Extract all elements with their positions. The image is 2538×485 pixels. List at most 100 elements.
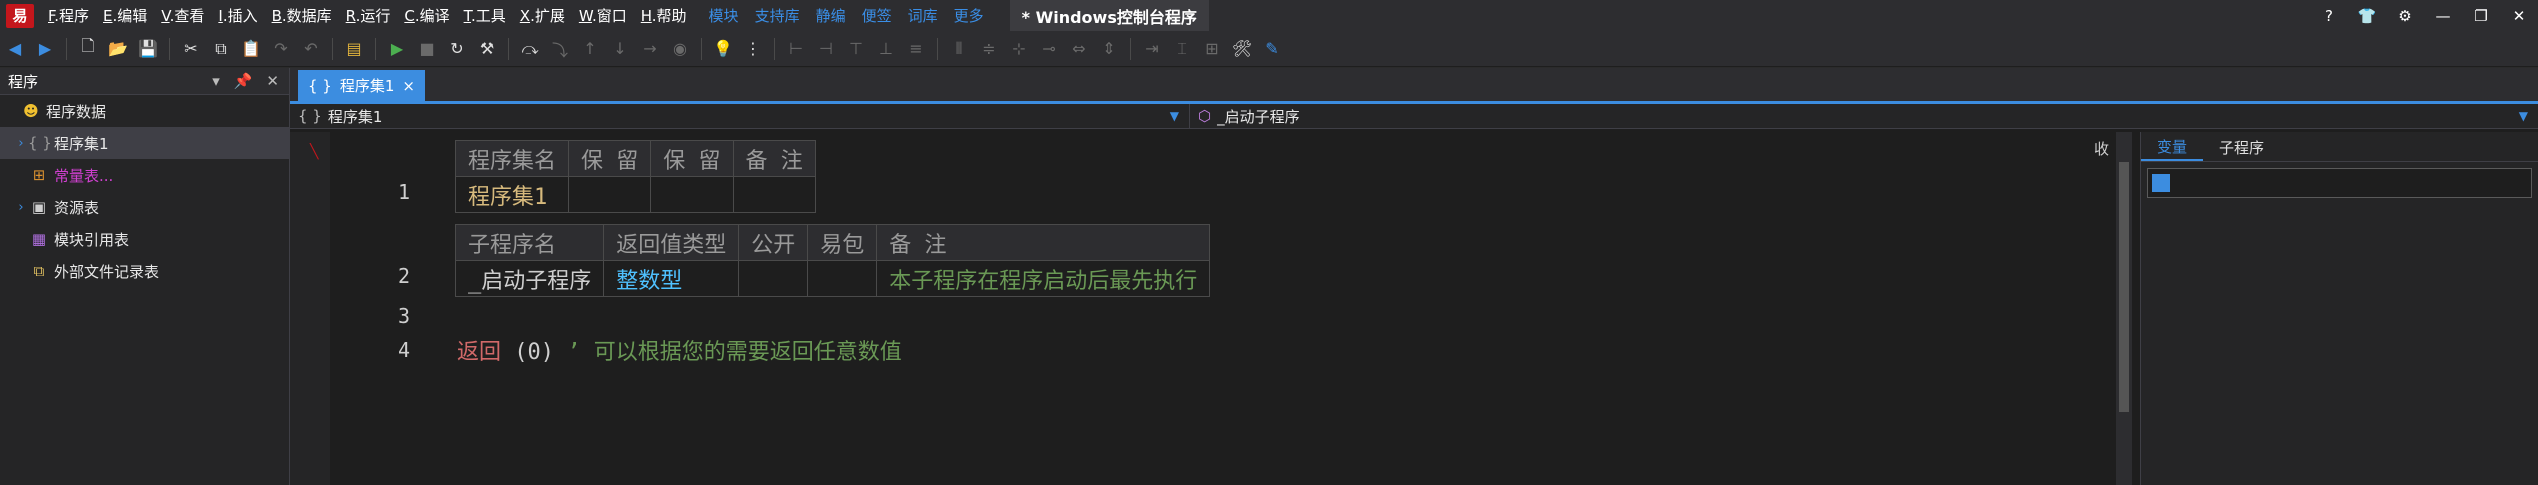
program-tree: ☻ 程序数据 ›{ } 程序集1 ⊞ 常量表... › ▣ 资源表 ▦ 模块引用表 ⧉ 外部文件记录表 <box>0 95 289 287</box>
tab-order-icon[interactable]: ⇥ <box>1137 34 1167 64</box>
variable-input[interactable] <box>2147 168 2532 198</box>
menu-item[interactable]: H.帮助 <box>641 5 687 26</box>
code-editor[interactable]: 1 2 3 4 程序集名 保 留 保 留 备 注 程序集1 子程序名 返回值类型… <box>330 132 2110 485</box>
help-icon[interactable]: ? <box>2310 7 2348 25</box>
menu-item[interactable]: W.窗口 <box>579 5 627 26</box>
align-center-icon[interactable]: ≡ <box>901 34 931 64</box>
minimize-icon[interactable]: — <box>2424 7 2462 25</box>
stop-icon[interactable]: ■ <box>412 34 442 64</box>
tab-assembly1[interactable]: { } 程序集1 × <box>298 70 425 101</box>
restart-icon[interactable]: ↻ <box>442 34 472 64</box>
tree-item-icon: ▦ <box>31 230 47 248</box>
public-cell[interactable] <box>738 260 809 297</box>
align-bottom-icon[interactable]: ⊥ <box>871 34 901 64</box>
remark-cell[interactable] <box>732 176 816 213</box>
vertical-scrollbar[interactable] <box>2116 132 2132 485</box>
step-down-icon[interactable]: ↓ <box>605 34 635 64</box>
back-icon[interactable]: ◀ <box>0 34 30 64</box>
tree-item[interactable]: ⊞ 常量表... <box>0 159 289 191</box>
tab-label: 程序集1 <box>339 77 395 95</box>
menu-item[interactable]: V.查看 <box>161 5 204 26</box>
quick-link[interactable]: 模块 <box>709 5 739 26</box>
comment-icon[interactable]: ⋮ <box>738 34 768 64</box>
close-icon[interactable]: ✕ <box>2500 7 2538 25</box>
tab-variables[interactable]: 变量 <box>2141 133 2204 161</box>
assembly-name-cell[interactable]: 程序集1 <box>454 176 570 213</box>
easy-package-cell[interactable] <box>807 260 878 297</box>
align-right-icon[interactable]: ⊣ <box>811 34 841 64</box>
code-line-4[interactable]: 返回 (0) ’ 可以根据您的需要返回任意数值 <box>457 334 902 366</box>
reserved-cell[interactable] <box>650 176 734 213</box>
hint-icon[interactable]: 💡 <box>708 34 738 64</box>
run-to-icon[interactable]: → <box>635 34 665 64</box>
quick-link[interactable]: 便签 <box>862 5 892 26</box>
pin-icon[interactable]: 📌 <box>234 72 253 90</box>
tree-item[interactable]: ☻ 程序数据 <box>0 95 289 127</box>
new-file-icon[interactable]: 🗋 <box>73 34 103 64</box>
collapse-button[interactable]: 收 <box>2094 138 2109 159</box>
distribute-v-icon[interactable]: ≑ <box>974 34 1004 64</box>
menu-item[interactable]: I.插入 <box>218 5 257 26</box>
tree-item[interactable]: ⧉ 外部文件记录表 <box>0 255 289 287</box>
redo-icon[interactable]: ↷ <box>266 34 296 64</box>
cut-icon[interactable]: ✂ <box>176 34 206 64</box>
distribute-h-icon[interactable]: ⫴ <box>944 34 974 64</box>
same-width-icon[interactable]: ⇔ <box>1064 34 1094 64</box>
chevron-down-icon[interactable]: ▼ <box>1170 109 1179 123</box>
settings-icon[interactable]: ⚙ <box>2386 7 2424 25</box>
quick-link[interactable]: 静编 <box>816 5 846 26</box>
panel-dropdown-icon[interactable]: ▾ <box>212 72 220 90</box>
expand-chevron-icon[interactable]: › <box>14 200 28 215</box>
compile-icon[interactable]: ▤ <box>339 34 369 64</box>
assembly-selector[interactable]: { } 程序集1 ▼ <box>290 103 1190 129</box>
remark-cell[interactable]: 本子程序在程序启动后最先执行 <box>876 260 1211 297</box>
tools-icon[interactable]: 🛠 <box>1227 34 1257 64</box>
quick-link[interactable]: 词库 <box>908 5 938 26</box>
align-left-icon[interactable]: ⊢ <box>781 34 811 64</box>
menu-item[interactable]: X.扩展 <box>520 5 565 26</box>
scrollbar-thumb[interactable] <box>2119 162 2129 412</box>
same-height-icon[interactable]: ⇕ <box>1094 34 1124 64</box>
wand-icon[interactable]: ✎ <box>1257 34 1287 64</box>
menu-item[interactable]: R.运行 <box>346 5 391 26</box>
breakpoint-icon[interactable]: ◉ <box>665 34 695 64</box>
restore-icon[interactable]: ❐ <box>2462 7 2500 25</box>
step-out-icon[interactable]: ↑ <box>575 34 605 64</box>
tab-subroutines[interactable]: 子程序 <box>2203 133 2280 161</box>
lock-icon[interactable]: ⌶ <box>1167 34 1197 64</box>
align-top-icon[interactable]: ⊤ <box>841 34 871 64</box>
menu-item[interactable]: F.程序 <box>48 5 89 26</box>
menu-item[interactable]: C.编译 <box>404 5 449 26</box>
paste-icon[interactable]: 📋 <box>236 34 266 64</box>
save-icon[interactable]: 💾 <box>133 34 163 64</box>
center-v-icon[interactable]: ⊸ <box>1034 34 1064 64</box>
close-icon[interactable]: ✕ <box>266 72 279 90</box>
step-over-icon[interactable]: ⤼ <box>515 34 545 64</box>
menu-item[interactable]: T.工具 <box>464 5 506 26</box>
quick-link[interactable]: 支持库 <box>755 5 800 26</box>
skin-icon[interactable]: 👕 <box>2348 7 2386 25</box>
forward-icon[interactable]: ▶ <box>30 34 60 64</box>
menu-item[interactable]: B.数据库 <box>272 5 332 26</box>
chevron-down-icon[interactable]: ▼ <box>2519 109 2528 123</box>
subroutine-selector[interactable]: ⬡ _启动子程序 ▼ <box>1190 104 2538 129</box>
menu-item[interactable]: E.编辑 <box>103 5 147 26</box>
quick-link[interactable]: 更多 <box>954 5 984 26</box>
step-into-icon[interactable]: ⤵ <box>545 34 575 64</box>
open-folder-icon[interactable]: 📂 <box>103 34 133 64</box>
build-icon[interactable]: ⚒ <box>472 34 502 64</box>
center-h-icon[interactable]: ⊹ <box>1004 34 1034 64</box>
grid-icon[interactable]: ⊞ <box>1197 34 1227 64</box>
tree-item[interactable]: › ▣ 资源表 <box>0 191 289 223</box>
expand-chevron-icon[interactable]: › <box>14 136 28 151</box>
return-type-cell[interactable]: 整数型 <box>603 260 740 297</box>
tab-close-icon[interactable]: × <box>402 77 415 95</box>
table-header: 程序集名 <box>454 140 570 177</box>
subroutine-name-cell[interactable]: _启动子程序 <box>454 260 605 297</box>
undo-icon[interactable]: ↶ <box>296 34 326 64</box>
run-icon[interactable]: ▶ <box>382 34 412 64</box>
tree-item[interactable]: ▦ 模块引用表 <box>0 223 289 255</box>
copy-icon[interactable]: ⧉ <box>206 34 236 64</box>
reserved-cell[interactable] <box>568 176 652 213</box>
tree-item[interactable]: ›{ } 程序集1 <box>0 127 289 159</box>
